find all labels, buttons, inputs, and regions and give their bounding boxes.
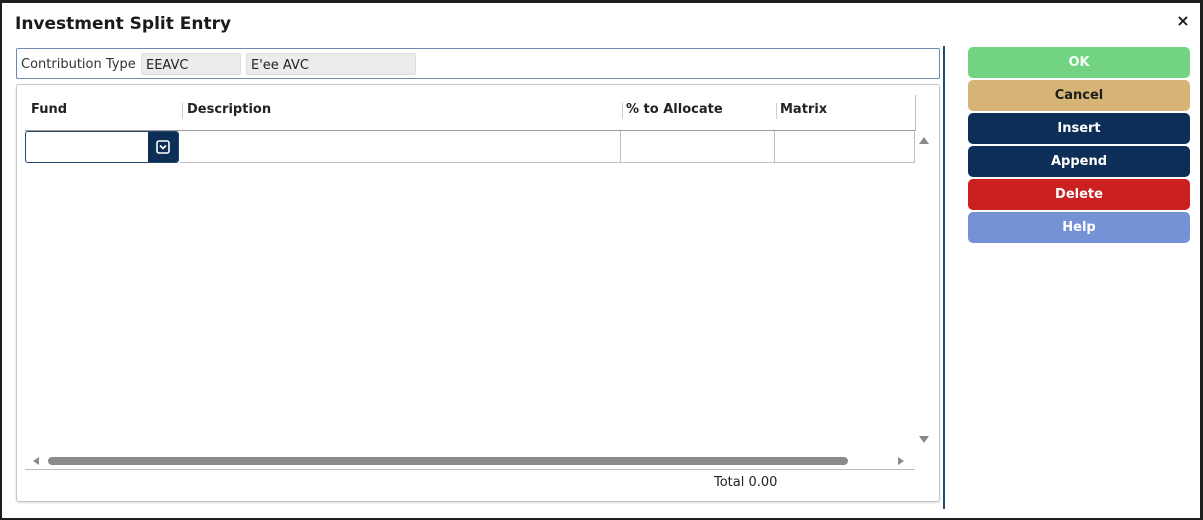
panel-divider (943, 46, 945, 509)
matrix-cell[interactable] (775, 131, 915, 163)
scroll-down-arrow[interactable] (919, 436, 929, 443)
contribution-code-field: EEAVC (141, 53, 241, 75)
contribution-type-row: Contribution Type EEAVC E'ee AVC (16, 48, 940, 79)
chevron-down-box-icon (156, 140, 170, 154)
append-button[interactable]: Append (968, 146, 1190, 177)
scroll-right-arrow[interactable] (898, 457, 904, 465)
investment-split-dialog: Investment Split Entry × Contribution Ty… (0, 0, 1203, 520)
column-separator (776, 103, 777, 119)
header-end-border (915, 95, 916, 131)
allocate-cell[interactable] (621, 131, 775, 163)
insert-button[interactable]: Insert (968, 113, 1190, 144)
fund-dropdown-button[interactable] (148, 132, 178, 162)
ok-button[interactable]: OK (968, 47, 1190, 78)
scroll-up-arrow[interactable] (919, 137, 929, 144)
contribution-description-field: E'ee AVC (246, 53, 416, 75)
column-header-fund[interactable]: Fund (31, 102, 67, 117)
close-icon[interactable]: × (1176, 13, 1190, 29)
horizontal-scroll-thumb[interactable] (48, 457, 848, 465)
column-header-description[interactable]: Description (187, 102, 271, 117)
total-label: Total 0.00 (714, 475, 778, 490)
description-cell[interactable] (180, 131, 621, 163)
delete-button[interactable]: Delete (968, 179, 1190, 210)
entry-panel: Contribution Type EEAVC E'ee AVC Fund De… (14, 46, 946, 509)
column-separator (622, 103, 623, 119)
dialog-title: Investment Split Entry (15, 14, 232, 34)
table-row (25, 131, 915, 163)
help-button[interactable]: Help (968, 212, 1190, 243)
column-header-matrix[interactable]: Matrix (780, 102, 827, 117)
grid-header: Fund Description % to Allocate Matrix (25, 95, 915, 131)
column-separator (182, 103, 183, 119)
column-header-allocate[interactable]: % to Allocate (626, 102, 723, 117)
contribution-type-label: Contribution Type (21, 57, 136, 72)
footer-divider (25, 469, 915, 470)
fund-grid: Fund Description % to Allocate Matrix To… (16, 84, 940, 502)
grid-body: Fund Description % to Allocate Matrix (25, 95, 916, 465)
scroll-left-arrow[interactable] (33, 457, 39, 465)
horizontal-scrollbar[interactable] (25, 453, 915, 469)
cancel-button[interactable]: Cancel (968, 80, 1190, 111)
fund-input[interactable] (25, 131, 179, 163)
